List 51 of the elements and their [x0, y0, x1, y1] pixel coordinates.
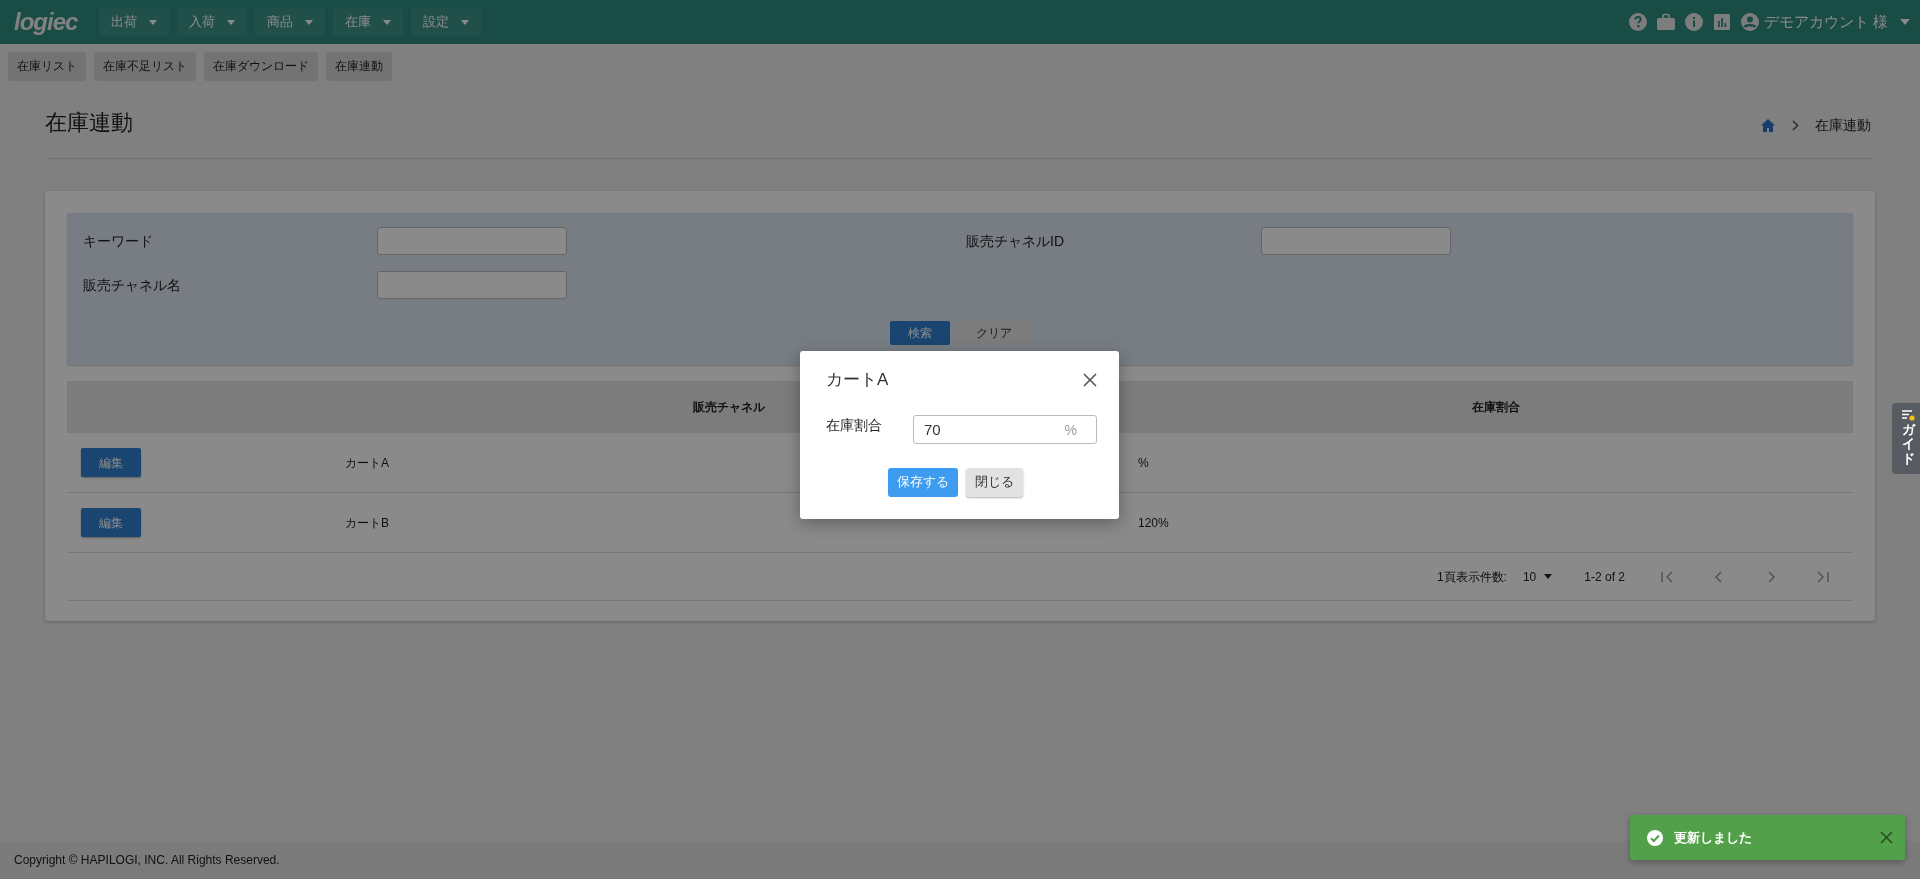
page-range: 1-2 of 2	[1584, 568, 1625, 586]
input-field[interactable]	[377, 271, 567, 300]
caret-icon	[1900, 19, 1910, 25]
caret-icon	[305, 19, 314, 25]
logo[interactable]: logiec	[14, 4, 78, 40]
field-label: 販売チャネル名	[83, 275, 182, 295]
caret-icon	[1544, 574, 1553, 580]
caret-icon	[461, 19, 470, 25]
close-button[interactable]: 閉じる	[966, 467, 1023, 497]
field-label: キーワード	[83, 231, 154, 251]
bar-chart-icon[interactable]	[1711, 12, 1732, 32]
table-cell: 120%	[1138, 515, 1169, 530]
table-cell: カートA	[345, 455, 389, 470]
subnav-button[interactable]: 在庫連動	[326, 51, 392, 81]
subnav-button[interactable]: 在庫不足リスト	[94, 51, 196, 81]
caret-icon	[383, 19, 392, 25]
edit-button[interactable]: 編集	[81, 448, 141, 478]
table-cell: %	[1138, 455, 1149, 470]
guide-tab[interactable]: ガイド	[1892, 403, 1920, 474]
caret-icon	[227, 19, 236, 25]
briefcase-icon[interactable]	[1655, 12, 1676, 32]
account-icon	[1739, 12, 1760, 32]
close-icon[interactable]	[1083, 372, 1097, 387]
subnav-button[interactable]: 在庫リスト	[8, 51, 86, 81]
breadcrumb-item: 在庫連動	[1815, 116, 1871, 136]
help-icon[interactable]	[1627, 12, 1648, 32]
column-header: 販売チャネル	[692, 400, 765, 415]
column-header: 在庫割合	[1471, 400, 1520, 415]
field-label: 販売チャネルID	[966, 231, 1065, 251]
chevron-right-icon	[1792, 120, 1799, 132]
edit-button[interactable]: 編集	[81, 508, 141, 538]
user-menu[interactable]: デモアカウント 様	[1739, 10, 1910, 34]
clear-button[interactable]: クリア	[958, 321, 1030, 346]
list-icon	[1901, 409, 1915, 421]
home-icon[interactable]	[1760, 118, 1776, 134]
table-cell: カートB	[345, 515, 389, 530]
save-button[interactable]: 保存する	[888, 467, 958, 497]
info-icon[interactable]	[1683, 12, 1704, 32]
dialog-title: カートA	[826, 369, 889, 391]
page-title: 在庫連動	[45, 109, 133, 137]
input-field[interactable]	[1261, 227, 1451, 256]
close-icon[interactable]	[1880, 831, 1893, 844]
caret-icon	[149, 19, 158, 25]
search-button[interactable]: 検索	[890, 321, 950, 346]
per-page-label: 1頁表示件数:	[1436, 568, 1507, 586]
input-field[interactable]	[377, 227, 567, 256]
subnav-button[interactable]: 在庫ダウンロード	[204, 51, 318, 81]
check-circle-icon	[1646, 828, 1664, 847]
field-label: 在庫割合	[826, 415, 883, 435]
per-page-select[interactable]: 10	[1522, 567, 1553, 586]
unit-label: %	[1064, 420, 1077, 440]
